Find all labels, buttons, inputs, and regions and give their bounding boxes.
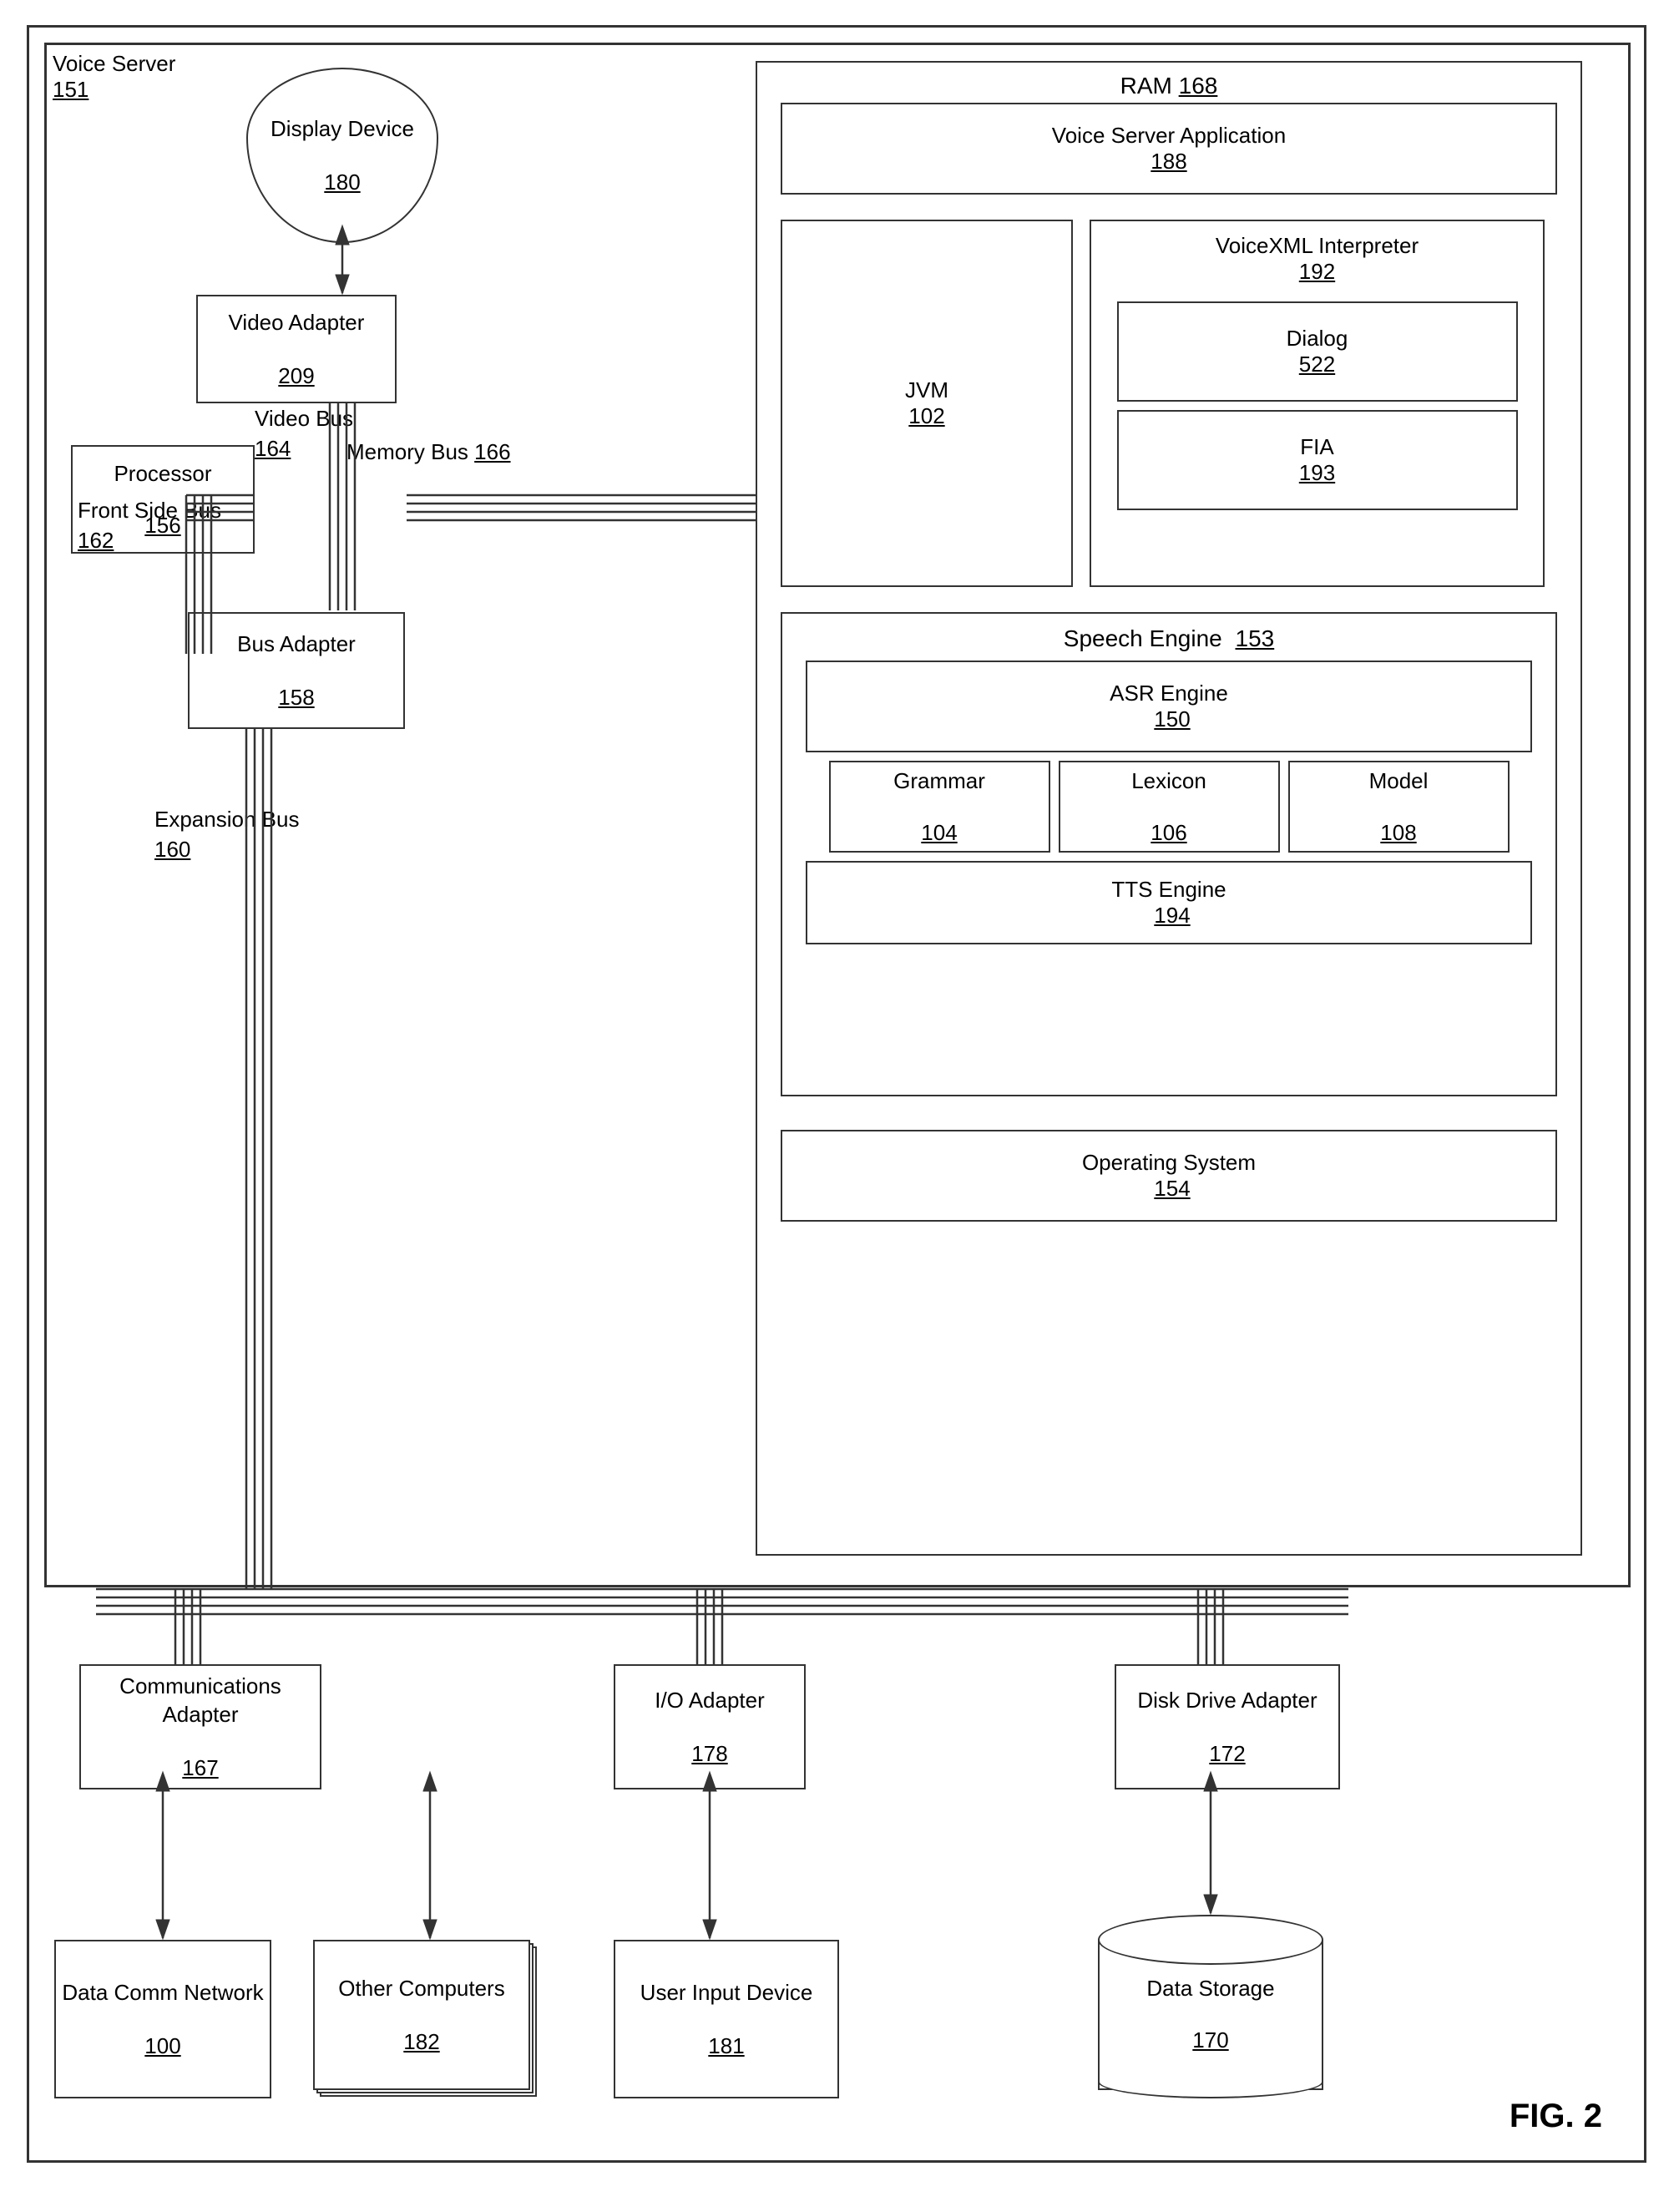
disk-drive-adapter-box: Disk Drive Adapter 172 (1115, 1664, 1340, 1789)
lexicon-box: Lexicon 106 (1059, 761, 1280, 853)
os-box: Operating System 154 (781, 1130, 1557, 1222)
memory-bus-label: Memory Bus 166 (346, 437, 511, 467)
video-adapter-box: Video Adapter 209 (196, 295, 397, 403)
speech-engine-box: Speech Engine 153 ASR Engine 150 Grammar… (781, 612, 1557, 1096)
figure-label: FIG. 2 (1510, 2098, 1602, 2135)
data-comm-network-box: Data Comm Network 100 (54, 1940, 271, 2098)
voicexml-outer-box: VoiceXML Interpreter 192 Dialog 522 FIA … (1090, 220, 1545, 587)
grammar-box: Grammar 104 (829, 761, 1050, 853)
data-storage-container: Data Storage 170 (1098, 1915, 1323, 2098)
other-computers-box: Other Computers 182 (313, 1940, 530, 2090)
dialog-box: Dialog 522 (1117, 301, 1518, 402)
asr-engine-box: ASR Engine 150 (806, 661, 1532, 752)
user-input-device-box: User Input Device 181 (614, 1940, 839, 2098)
jvm-box: JVM 102 (781, 220, 1073, 587)
model-box: Model 108 (1288, 761, 1510, 853)
tts-engine-box: TTS Engine 194 (806, 861, 1532, 944)
ram-number: 168 (1179, 73, 1218, 99)
page-container: Voice Server 151 RAM 168 Voice Server Ap… (27, 25, 1646, 2163)
other-computers-container: Other Computers 182 (313, 1940, 530, 2090)
comm-adapter-box: Communications Adapter 167 (79, 1664, 321, 1789)
video-bus-label: Video Bus 164 (255, 403, 353, 464)
ram-label: RAM (1120, 73, 1172, 99)
front-side-bus-label: Front Side Bus 162 (78, 495, 221, 556)
fia-box: FIA 193 (1117, 410, 1518, 510)
expansion-bus-label: Expansion Bus 160 (154, 804, 299, 865)
bus-adapter-box: Bus Adapter 158 (188, 612, 405, 729)
io-adapter-box: I/O Adapter 178 (614, 1664, 806, 1789)
voice-server-app-box: Voice Server Application 188 (781, 103, 1557, 195)
